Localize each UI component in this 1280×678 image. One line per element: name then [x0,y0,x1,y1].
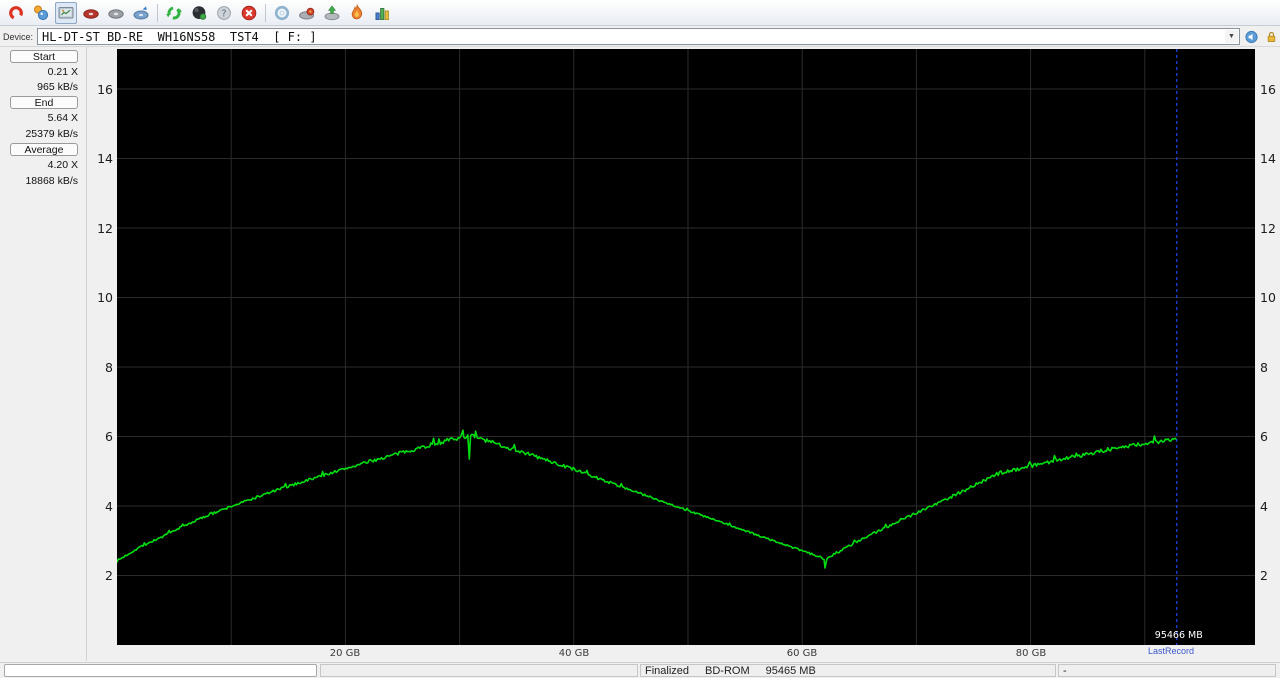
speaker-icon-button[interactable] [1243,28,1260,45]
disc-red-icon-button[interactable] [80,2,102,24]
toolbar: ? [0,0,1280,26]
flame-icon-button[interactable] [346,2,368,24]
average-rate-value: 18868 kB/s [25,175,78,187]
x-axis-tick-label: 80 GB [1015,648,1047,659]
status-segment-empty [320,664,638,677]
y-axis-tick-label: 4 [1260,499,1268,514]
last-record-label: LastRecord [1147,646,1195,656]
eject-disc-icon-button[interactable] [321,2,343,24]
benchmark-icon [58,6,74,18]
sidebar: Start 0.21 X 965 kB/s End 5.64 X 25379 k… [0,47,87,678]
cd-ring-icon-button[interactable] [271,2,293,24]
lock-icon-button[interactable] [1263,28,1280,45]
device-value: HL-DT-ST BD-RE WH16NS58 TST4 [ F: ] [42,29,317,44]
y-axis-tick-label: 6 [105,429,113,444]
refresh-icon [166,6,182,19]
chevron-down-icon[interactable]: ▼ [1225,30,1238,43]
benchmark-icon-button[interactable] [55,1,77,24]
disc-info-icon-button[interactable]: ? [213,2,235,24]
toolbar-separator [265,3,266,22]
end-marker-capacity-label: 95466 MB [1155,630,1203,641]
status-finalized: Finalized [645,664,690,677]
disc-copy-icon-button[interactable] [130,2,152,24]
x-axis-tick-label: 60 GB [786,648,818,659]
burn-disc-icon [299,7,315,19]
stop-icon [241,5,257,20]
power-icon-button[interactable] [5,2,27,24]
device-combobox[interactable]: HL-DT-ST BD-RE WH16NS58 TST4 [ F: ] ▼ [37,28,1240,45]
power-icon [9,5,23,20]
start-rate-value: 965 kB/s [37,81,78,93]
start-label-box: Start [10,50,78,63]
svg-text:?: ? [221,8,226,19]
speaker-icon [1245,30,1258,43]
disc-copy-icon [133,6,149,19]
stop-icon-button[interactable] [238,2,260,24]
start-speed-value: 0.21 X [47,66,78,78]
y-axis-tick-label: 12 [1260,221,1276,236]
x-axis-tick-label: 20 GB [329,648,361,659]
device-bar-buttons [1240,28,1280,45]
device-bar: Device: HL-DT-ST BD-RE WH16NS58 TST4 [ F… [0,27,1280,47]
lock-icon [1267,31,1276,42]
status-disc-type: BD-ROM [705,664,750,677]
plot-area: 95466 MB [116,49,1255,645]
burn-disc-icon-button[interactable] [296,2,318,24]
flame-icon [351,3,363,19]
y-axis-tick-label: 14 [1260,151,1276,166]
y-axis-tick-label: 4 [105,499,113,514]
y-axis-tick-label: 8 [1260,360,1268,375]
eject-disc-icon [324,5,340,20]
disc-gray-icon-button[interactable] [105,2,127,24]
lights-icon [34,5,49,20]
erase-disc-icon [192,5,207,20]
status-segment-right: - [1058,664,1276,677]
erase-disc-icon-button[interactable] [188,2,210,24]
y-axis-tick-label: 16 [1260,82,1276,97]
toolbar-separator [157,3,158,22]
end-rate-value: 25379 kB/s [25,128,78,140]
read-speed-curve [116,429,1178,569]
refresh-icon-button[interactable] [163,2,185,24]
disc-red-icon [83,8,99,19]
disc-info-icon: ? [217,5,231,20]
y-axis-tick-label: 12 [97,221,113,236]
status-progress-box [4,664,317,677]
status-capacity: 95465 MB [765,664,816,677]
y-axis-tick-label: 16 [97,82,113,97]
y-axis-tick-label: 2 [105,568,113,583]
status-disc-info: Finalized BD-ROM 95465 MB [640,664,1056,677]
stats-icon-button[interactable] [371,2,393,24]
application-window: ? Device: HL-DT-ST BD-RE WH16NS58 TST4 [… [0,0,1280,678]
device-label: Device: [3,31,34,42]
disc-gray-icon [108,8,124,19]
cd-ring-icon [274,5,290,20]
status-bar: Finalized BD-ROM 95465 MB - [0,662,1280,678]
y-axis-tick-label: 2 [1260,568,1268,583]
y-axis-tick-label: 10 [1260,290,1276,305]
end-label-box: End [10,96,78,109]
y-axis-tick-label: 8 [105,360,113,375]
speed-chart: 95466 MB [116,49,1255,645]
y-axis-tick-label: 10 [97,290,113,305]
average-speed-value: 4.20 X [47,159,78,171]
average-label-box: Average [10,143,78,156]
x-axis-tick-label: 40 GB [558,648,590,659]
y-axis-tick-label: 14 [97,151,113,166]
stats-icon [375,7,389,20]
lights-icon-button[interactable] [30,2,52,24]
end-speed-value: 5.64 X [47,112,78,124]
y-axis-tick-label: 6 [1260,429,1268,444]
